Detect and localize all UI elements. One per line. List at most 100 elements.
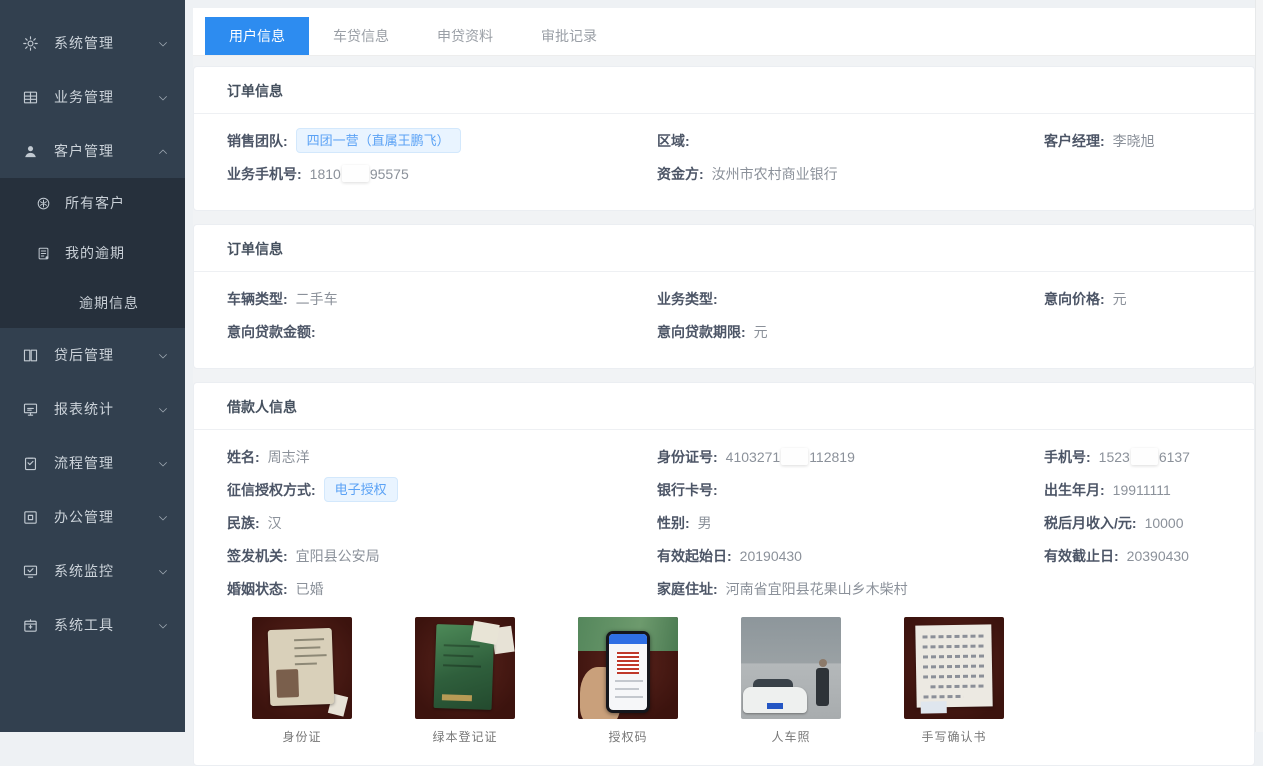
card-body: 车辆类型: 二手车 业务类型: 意向价格: 元 意向贷款金额: [194,272,1254,368]
field-row: 业务手机号: 181095575 资金方: 汝州市农村商业银行 [227,157,1234,190]
chevron-down-icon [157,91,169,103]
field-label: 民族: [227,513,260,533]
field-ethnicity: 民族: 汉 [227,506,657,539]
sidebar-subitem-label: 所有客户 [65,193,125,213]
tab-user-info[interactable]: 用户信息 [205,17,309,55]
field-value: 4103271112819 [726,448,855,465]
green-booklet-graphic [434,624,495,710]
chevron-down-icon [157,511,169,523]
main-content: 用户信息 车贷信息 申贷资料 审批记录 订单信息 销售团队: 四团一营（直属王鹏… [185,0,1263,732]
field-label: 婚姻状态: [227,579,288,599]
card-body: 销售团队: 四团一营（直属王鹏飞） 区域: 客户经理: 李晓旭 业务手机号: [194,114,1254,210]
photo-caption: 人车照 [741,728,841,745]
redaction-box [781,448,808,465]
field-value: 汝州市农村商业银行 [712,164,838,184]
field-value: 20190430 [740,548,802,564]
sales-team-badge[interactable]: 四团一营（直属王鹏飞） [296,128,461,153]
field-funder: 资金方: 汝州市农村商业银行 [657,157,1044,190]
sidebar-item-label: 系统监控 [54,561,157,581]
field-label: 意向贷款期限: [657,322,746,342]
field-value: 河南省宜阳县花果山乡木柴村 [726,579,908,599]
field-valid-from: 有效起始日: 20190430 [657,539,1044,572]
field-label: 销售团队: [227,131,288,151]
sidebar-item-business-management[interactable]: 业务管理 [0,70,185,124]
field-row: 征信授权方式: 电子授权 银行卡号: 出生年月: 19911111 [227,473,1234,506]
field-bank-card: 银行卡号: [657,473,1044,506]
vertical-scrollbar[interactable] [1255,0,1263,732]
grid-icon [22,89,39,106]
field-value: 汉 [268,513,282,533]
id-card-photo[interactable] [252,617,352,719]
credit-auth-badge[interactable]: 电子授权 [324,477,398,502]
photo-figure: 人车照 [741,617,841,745]
sidebar-top-pad [0,0,185,16]
sidebar: 系统管理 业务管理 客户管理 所有客户 我的逾期 逾期信息 [0,0,185,732]
sidebar-subitem-my-overdue[interactable]: 我的逾期 [0,228,185,278]
field-sales-team: 销售团队: 四团一营（直属王鹏飞） [227,124,657,157]
field-vehicle-type: 车辆类型: 二手车 [227,282,657,315]
tab-car-loan-info[interactable]: 车贷信息 [309,17,413,55]
field-name: 姓名: 周志洋 [227,440,657,473]
field-value: 元 [754,322,768,342]
field-id-number: 身份证号: 4103271112819 [657,440,1044,473]
sidebar-subitem-label: 逾期信息 [79,293,139,313]
person-with-car-photo[interactable] [741,617,841,719]
field-row: 车辆类型: 二手车 业务类型: 意向价格: 元 [227,282,1234,315]
field-row: 婚姻状态: 已婚 家庭住址: 河南省宜阳县花果山乡木柴村 [227,572,1234,605]
card-title: 借款人信息 [194,383,1254,430]
sidebar-item-process-management[interactable]: 流程管理 [0,436,185,490]
field-label: 税后月收入/元: [1044,513,1137,533]
sidebar-item-customer-management[interactable]: 客户管理 [0,124,185,178]
phone-graphic [606,631,650,713]
sidebar-item-postloan-management[interactable]: 贷后管理 [0,328,185,382]
sidebar-item-system-monitor[interactable]: 系统监控 [0,544,185,598]
photo-figure: 身份证 [252,617,352,745]
handwritten-document-photo[interactable] [904,617,1004,719]
asterisk-circle-icon [36,196,51,211]
square-grid-icon [22,509,39,526]
tab-approval-records[interactable]: 审批记录 [517,17,621,55]
field-valid-to: 有效截止日: 20390430 [1044,539,1234,572]
user-icon [22,143,39,160]
green-booklet-photo[interactable] [415,617,515,719]
field-region: 区域: [657,124,1044,157]
field-business-type: 业务类型: [657,282,1044,315]
field-label: 出生年月: [1044,480,1105,500]
monitor-check-icon [22,563,39,580]
photo-figure: 手写确认书 [904,617,1004,745]
photo-figure: 授权码 [578,617,678,745]
sidebar-item-label: 业务管理 [54,87,157,107]
sidebar-item-label: 办公管理 [54,507,157,527]
sidebar-item-label: 贷后管理 [54,345,157,365]
id-card-graphic [268,628,335,706]
sidebar-item-system-tools[interactable]: 系统工具 [0,598,185,652]
card-title: 订单信息 [194,67,1254,114]
sidebar-item-system-management[interactable]: 系统管理 [0,16,185,70]
field-value: 181095575 [310,165,409,182]
field-value: 15236137 [1099,448,1190,465]
field-empty [1044,157,1234,190]
chevron-down-icon [157,619,169,631]
field-value: 10000 [1145,515,1184,531]
field-value: 已婚 [296,579,324,599]
sidebar-item-label: 报表统计 [54,399,157,419]
photo-caption: 身份证 [252,728,352,745]
card-title: 订单信息 [194,225,1254,272]
tab-loan-application-docs[interactable]: 申贷资料 [413,17,517,55]
redaction-box [342,165,369,182]
field-gender: 性别: 男 [657,506,1044,539]
field-empty [1044,315,1234,348]
sidebar-item-label: 流程管理 [54,453,157,473]
field-label: 征信授权方式: [227,480,316,500]
field-label: 资金方: [657,164,704,184]
sidebar-item-label: 客户管理 [54,141,157,161]
phone-qr-photo[interactable] [578,617,678,719]
field-row: 姓名: 周志洋 身份证号: 4103271112819 手机号: 1523613… [227,440,1234,473]
field-value: 20390430 [1127,548,1189,564]
field-label: 意向价格: [1044,289,1105,309]
sidebar-subitem-overdue-info[interactable]: 逾期信息 [0,278,185,328]
sidebar-item-report-statistics[interactable]: 报表统计 [0,382,185,436]
field-row: 销售团队: 四团一营（直属王鹏飞） 区域: 客户经理: 李晓旭 [227,124,1234,157]
sidebar-item-office-management[interactable]: 办公管理 [0,490,185,544]
sidebar-subitem-all-customers[interactable]: 所有客户 [0,178,185,228]
